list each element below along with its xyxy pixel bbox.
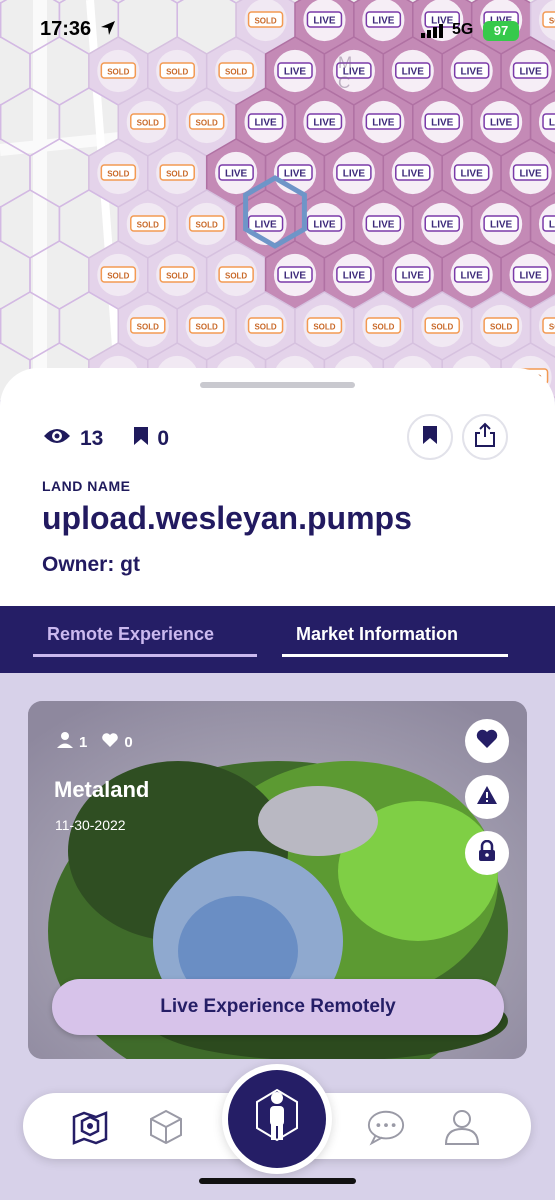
sold-badge: SOLD xyxy=(166,68,188,77)
live-badge: LIVE xyxy=(461,169,484,180)
live-badge: LIVE xyxy=(461,67,484,78)
live-badge: LIVE xyxy=(519,169,542,180)
sold-badge: SOLD xyxy=(549,323,555,332)
status-time: 17:36 xyxy=(40,18,92,40)
tab-remote-underline xyxy=(33,654,257,657)
avatar-button-inner xyxy=(228,1070,326,1168)
sheet-grabber[interactable] xyxy=(200,382,355,388)
sold-badge: SOLD xyxy=(166,170,188,179)
status-bar: 17:36 5G 97 xyxy=(0,0,555,60)
map-icon[interactable] xyxy=(70,1107,110,1147)
hex-map-grid[interactable]: SOLD LIVE LIVE LIVE LIVE SOLD SOLD SOLD SOLD LIVE… xyxy=(0,0,555,400)
hex-map[interactable]: SOLD LIVE LIVE LIVE LIVE SOLD SOLD SOLD SOLD LIVE… xyxy=(0,0,555,400)
report-button[interactable] xyxy=(465,775,509,819)
live-badge: LIVE xyxy=(549,220,555,231)
share-button[interactable] xyxy=(462,414,508,460)
sold-badge: SOLD xyxy=(137,323,159,332)
sold-badge: SOLD xyxy=(107,68,129,77)
tab-market-information[interactable]: Market Information xyxy=(296,624,458,645)
views-count: 13 xyxy=(80,427,104,450)
live-badge: LIVE xyxy=(343,169,366,180)
live-badge: LIVE xyxy=(254,220,277,231)
live-badge: LIVE xyxy=(372,220,395,231)
experience-card[interactable]: 1 0 Metaland 11-30-2022 Live Experience … xyxy=(28,701,527,1059)
bookmark-icon xyxy=(422,425,438,450)
live-badge: LIVE xyxy=(431,220,454,231)
map-place-label: C xyxy=(338,73,350,92)
sold-badge: SOLD xyxy=(137,119,159,128)
sold-badge: SOLD xyxy=(254,323,276,332)
avatar-icon xyxy=(252,1082,302,1157)
lock-icon xyxy=(478,839,496,867)
sold-badge: SOLD xyxy=(196,221,218,230)
land-details-sheet: 13 0 LAND NAME upload.wesleyan.pumps Own… xyxy=(0,368,555,608)
network-type: 5G xyxy=(452,21,474,38)
bookmarks-count: 0 xyxy=(157,427,170,450)
sold-badge: SOLD xyxy=(137,221,159,230)
sold-badge: SOLD xyxy=(107,272,129,281)
warning-icon xyxy=(476,785,498,810)
live-badge: LIVE xyxy=(549,118,555,129)
live-badge: LIVE xyxy=(402,67,425,78)
tab-remote-experience[interactable]: Remote Experience xyxy=(47,624,214,645)
chat-icon[interactable] xyxy=(366,1107,406,1147)
owner-label: Owner: gt xyxy=(42,553,140,576)
home-indicator xyxy=(199,1178,356,1184)
live-badge: LIVE xyxy=(254,118,277,129)
live-badge: LIVE xyxy=(490,220,513,231)
cube-icon[interactable] xyxy=(146,1107,186,1147)
live-badge: LIVE xyxy=(402,271,425,282)
bookmark-icon xyxy=(133,426,149,452)
like-count: 0 xyxy=(124,733,133,751)
sold-badge: SOLD xyxy=(372,323,394,332)
sold-badge: SOLD xyxy=(166,272,188,281)
heart-icon xyxy=(101,732,119,752)
lock-button[interactable] xyxy=(465,831,509,875)
land-name-label: LAND NAME xyxy=(42,478,131,494)
sold-badge: SOLD xyxy=(196,119,218,128)
live-experience-remotely-button[interactable]: Live Experience Remotely xyxy=(52,979,504,1035)
sold-badge: SOLD xyxy=(225,68,247,77)
share-icon xyxy=(474,422,496,453)
person-icon xyxy=(56,731,74,753)
live-badge: LIVE xyxy=(519,67,542,78)
profile-icon[interactable] xyxy=(442,1107,482,1147)
tab-bar: Remote Experience Market Information xyxy=(0,606,555,673)
visitor-count: 1 xyxy=(79,733,88,751)
like-button[interactable] xyxy=(465,719,509,763)
live-badge: LIVE xyxy=(284,271,307,282)
heart-icon xyxy=(476,729,498,754)
sold-badge: SOLD xyxy=(490,323,512,332)
experience-meta: 1 0 xyxy=(56,731,133,753)
avatar-experience-button[interactable] xyxy=(222,1064,332,1174)
tab-market-underline xyxy=(282,654,508,657)
sold-badge: SOLD xyxy=(431,323,453,332)
location-arrow-icon xyxy=(100,20,116,41)
live-badge: LIVE xyxy=(284,67,307,78)
live-badge: LIVE xyxy=(313,220,336,231)
signal-icon xyxy=(421,24,445,43)
sold-badge: SOLD xyxy=(107,170,129,179)
live-badge: LIVE xyxy=(372,118,395,129)
experience-date: 11-30-2022 xyxy=(55,817,126,833)
live-badge: LIVE xyxy=(225,169,248,180)
live-badge: LIVE xyxy=(490,118,513,129)
bookmark-button[interactable] xyxy=(407,414,453,460)
sold-badge: SOLD xyxy=(313,323,335,332)
eye-icon xyxy=(42,426,72,452)
sold-badge: SOLD xyxy=(196,323,218,332)
live-badge: LIVE xyxy=(402,169,425,180)
live-badge: LIVE xyxy=(431,118,454,129)
live-badge: LIVE xyxy=(343,271,366,282)
live-badge: LIVE xyxy=(461,271,484,282)
battery-indicator: 97 xyxy=(483,21,519,41)
live-badge: LIVE xyxy=(519,271,542,282)
live-badge: LIVE xyxy=(313,118,336,129)
sold-badge: SOLD xyxy=(225,272,247,281)
experience-title: Metaland xyxy=(54,777,150,802)
live-badge: LIVE xyxy=(284,169,307,180)
land-stats: 13 0 xyxy=(42,426,189,452)
land-name: upload.wesleyan.pumps xyxy=(42,500,412,536)
